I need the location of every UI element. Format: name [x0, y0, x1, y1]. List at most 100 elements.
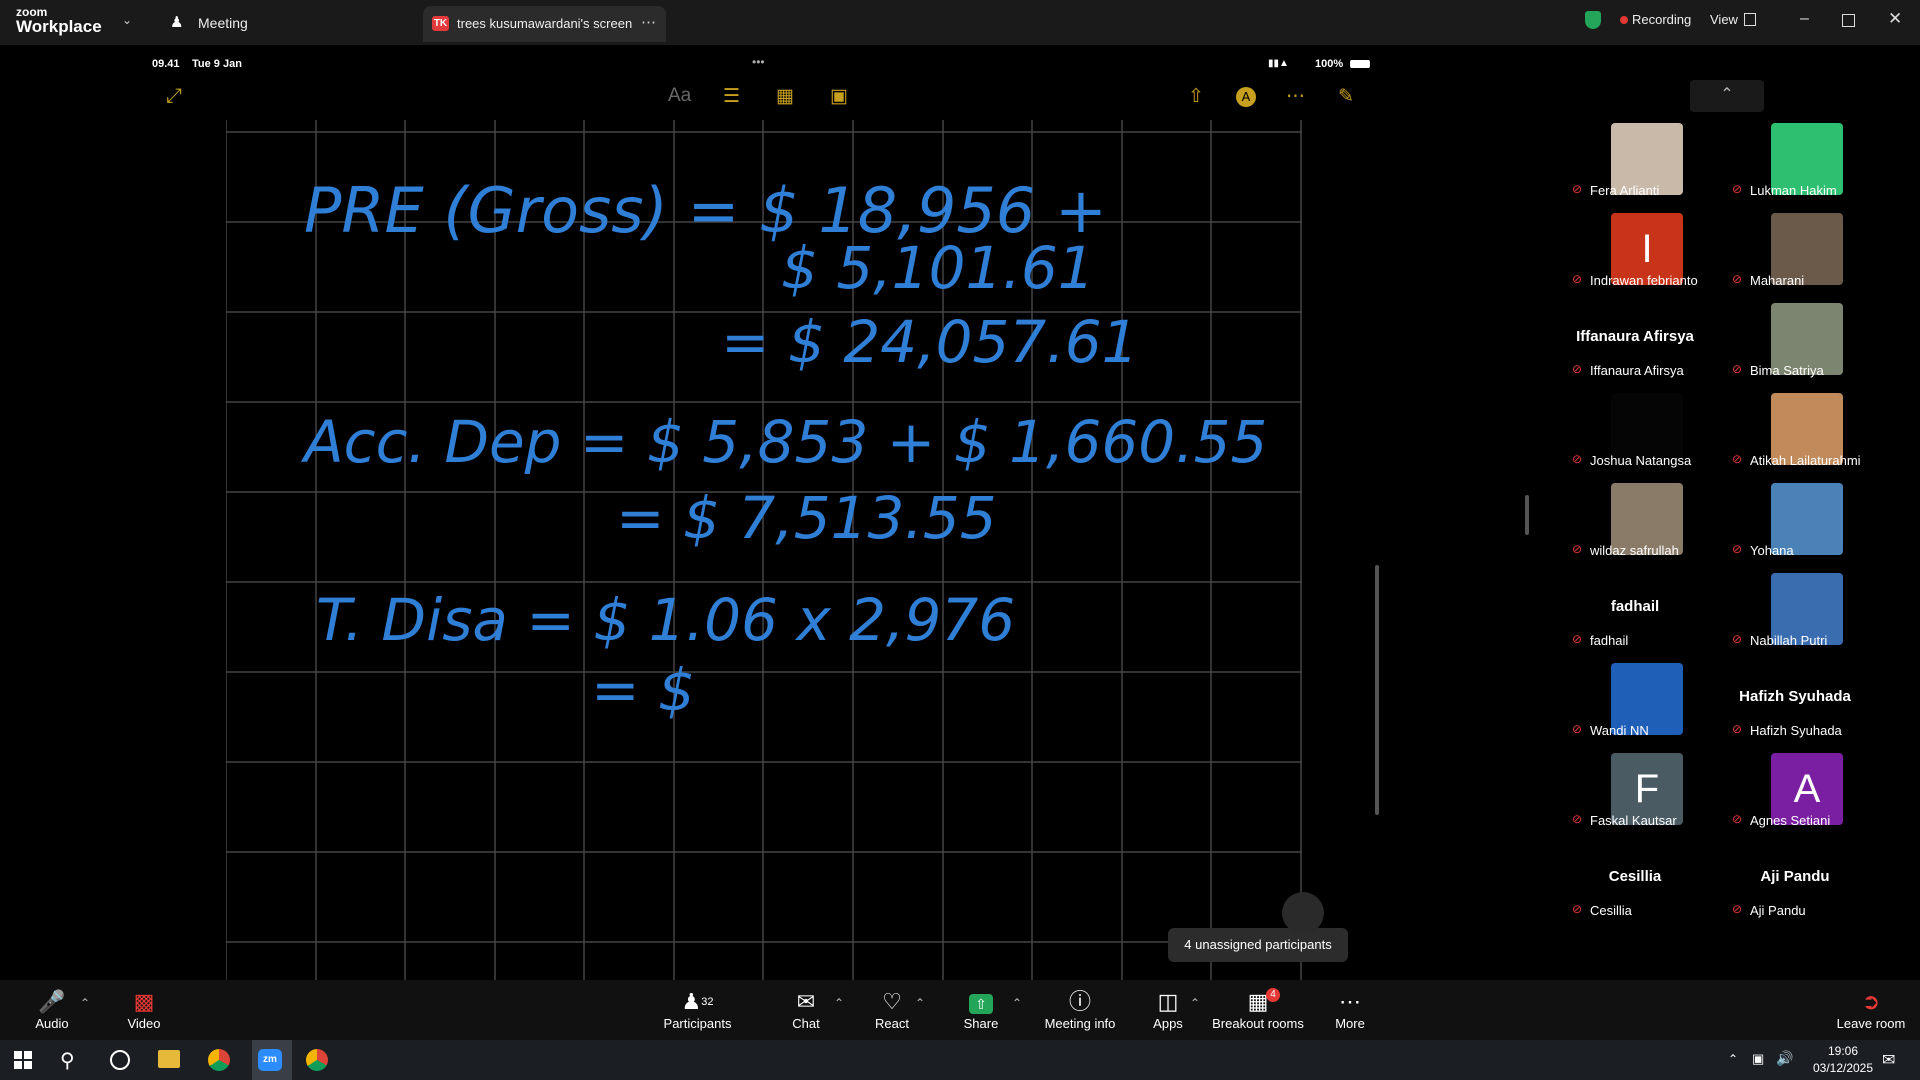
participant-tile[interactable]: ⊘ Lukman Hakim [1720, 120, 1870, 208]
breakout-rooms-icon: ▦ [1247, 989, 1269, 1014]
note-line-5: = $ 7,513.55 [616, 484, 997, 552]
multitask-dots-icon[interactable]: ••• [752, 55, 765, 69]
mic-muted-icon: ⊘ [1732, 452, 1743, 466]
mic-muted-icon: ⊘ [1732, 902, 1743, 916]
react-options-icon[interactable]: ⌃ [915, 996, 925, 1010]
tab-more-icon[interactable]: ⋯ [641, 13, 656, 31]
more-options-icon[interactable]: ⋯ [1286, 85, 1305, 108]
file-explorer-icon[interactable] [158, 1050, 180, 1068]
participant-panel: ⊘ Fera Arlianti ⊘ Lukman Hakim I ⊘ Indrawan fe… [1560, 120, 1920, 940]
search-icon[interactable]: ⚲ [60, 1048, 75, 1073]
participant-tile[interactable]: Iffanaura Afirsya ⊘ Iffanaura Afirsya [1560, 300, 1710, 388]
close-icon[interactable]: ✕ [1888, 9, 1902, 29]
windows-taskbar: ⚲ zm ⌃ ▣ 🔊 19:06 03/12/2025 ✉ [0, 1040, 1920, 1080]
participant-tile[interactable]: ⊘ Fera Arlianti [1560, 120, 1710, 208]
minimize-icon[interactable]: – [1800, 10, 1809, 28]
panel-resize-handle[interactable] [1525, 495, 1529, 535]
chrome-icon[interactable] [208, 1049, 230, 1071]
floating-reaction-button[interactable] [1282, 892, 1324, 934]
text-format-icon[interactable]: Aa [668, 85, 691, 107]
participant-name: Iffanaura Afirsya [1590, 363, 1684, 378]
mic-muted-icon: ⊘ [1732, 632, 1743, 646]
scroll-up-button[interactable]: ⌃ [1690, 80, 1764, 112]
mic-muted-icon: ⊘ [1572, 722, 1583, 736]
apps-button[interactable]: ◫ Apps [1142, 988, 1194, 1031]
participant-name: wildaz safrullah [1590, 543, 1679, 558]
participants-button[interactable]: ♟32 Participants [655, 988, 740, 1031]
participant-tile[interactable]: ⊘ Maharani [1720, 210, 1870, 298]
participant-name: Wandi NN [1590, 723, 1649, 738]
participant-tile[interactable]: I ⊘ Indrawan febrianto [1560, 210, 1710, 298]
share-icon[interactable]: ⇧ [1188, 85, 1204, 108]
share-options-icon[interactable]: ⌃ [1012, 996, 1022, 1010]
table-icon[interactable]: ▦ [776, 85, 794, 108]
breakout-rooms-button[interactable]: ▦ Breakout rooms [1212, 988, 1304, 1031]
chrome-2-icon[interactable] [306, 1049, 328, 1071]
participant-tile[interactable]: ⊘ Nabillah Putri [1720, 570, 1870, 658]
leave-room-button[interactable]: ➲ Leave room [1830, 988, 1912, 1031]
participant-tile[interactable]: Aji Pandu ⊘ Aji Pandu [1720, 840, 1870, 928]
note-canvas: PRE (Gross) = $ 18,956 + $ 5,101.61 = $ … [226, 120, 1302, 980]
participant-name: Aji Pandu [1750, 903, 1806, 918]
participant-tile[interactable]: Hafizh Syuhada ⊘ Hafizh Syuhada [1720, 660, 1870, 748]
wifi-signal-icon: ▮▮▲ [1268, 58, 1289, 69]
participant-tile[interactable]: ⊘ wildaz safrullah [1560, 480, 1710, 568]
taskbar-date[interactable]: 03/12/2025 [1808, 1061, 1878, 1075]
video-button[interactable]: ▩ Video [112, 988, 176, 1031]
ipad-date: Tue 9 Jan [192, 58, 242, 70]
meeting-toolbar: 🎤 Audio ⌃ ▩ Video ♟32 Participants ✉ Cha… [0, 980, 1920, 1040]
notifications-icon[interactable]: ✉ [1882, 1050, 1895, 1070]
cortana-icon[interactable] [110, 1050, 130, 1070]
view-grid-icon[interactable] [1744, 13, 1756, 26]
participant-tile[interactable]: ⊘ Bima Satriya [1720, 300, 1870, 388]
compose-icon[interactable]: ✎ [1338, 85, 1354, 108]
participant-display-name: fadhail [1610, 598, 1660, 615]
collapse-icon[interactable]: ⤢ [166, 85, 182, 108]
mic-muted-icon: ⊘ [1732, 722, 1743, 736]
participant-name: Hafizh Syuhada [1750, 723, 1842, 738]
apps-options-icon[interactable]: ⌃ [1190, 996, 1200, 1010]
more-button[interactable]: ⋯ More [1324, 988, 1376, 1031]
participant-tile[interactable]: ⊘ Yohana [1720, 480, 1870, 568]
recording-label[interactable]: Recording [1632, 12, 1691, 27]
microphone-muted-icon: 🎤 [38, 989, 66, 1014]
note-line-2: $ 5,101.61 [781, 234, 1095, 302]
view-label[interactable]: View [1710, 12, 1738, 27]
participant-name: Bima Satriya [1750, 363, 1824, 378]
taskbar-time[interactable]: 19:06 [1808, 1044, 1878, 1058]
note-line-3: = $ 24,057.61 [721, 308, 1139, 376]
react-button[interactable]: ♡ React [866, 988, 918, 1031]
participant-name: fadhail [1590, 633, 1629, 648]
volume-icon[interactable]: 🔊 [1776, 1050, 1793, 1067]
meeting-icon: ♟ [170, 14, 184, 31]
breakout-label: Breakout rooms [1212, 1016, 1304, 1031]
chat-options-icon[interactable]: ⌃ [834, 996, 844, 1010]
participant-tile[interactable]: ⊘ Wandi NN [1560, 660, 1710, 748]
meeting-info-button[interactable]: ⓘ Meeting info [1040, 988, 1120, 1031]
network-icon[interactable]: ▣ [1752, 1051, 1764, 1067]
participant-tile[interactable]: A ⊘ Agnes Setiani [1720, 750, 1870, 838]
maximize-icon[interactable] [1842, 14, 1855, 27]
participants-label: Participants [663, 1016, 732, 1031]
leave-icon: ➲ [1861, 989, 1881, 1014]
tray-chevron-icon[interactable]: ⌃ [1728, 1052, 1738, 1066]
recording-dot-icon [1620, 16, 1628, 24]
share-button[interactable]: ⇧ Share [955, 988, 1007, 1031]
scrollbar-thumb[interactable] [1375, 565, 1379, 815]
participant-tile[interactable]: ⊘ Atikah Lailaturahmi [1720, 390, 1870, 478]
audio-options-icon[interactable]: ⌃ [80, 996, 90, 1010]
participant-tile[interactable]: F ⊘ Faskal Kautsar [1560, 750, 1710, 838]
checklist-icon[interactable]: ☰ [723, 85, 740, 108]
battery-label: 100% [1315, 58, 1344, 70]
participant-display-name: Cesillia [1608, 868, 1662, 885]
brand-dropdown-icon[interactable]: ⌄ [122, 13, 132, 27]
camera-icon[interactable]: ▣ [830, 85, 848, 108]
audio-button[interactable]: 🎤 Audio [20, 988, 84, 1031]
participant-tile[interactable]: Cesillia ⊘ Cesillia [1560, 840, 1710, 928]
windows-start-icon[interactable] [14, 1051, 32, 1069]
markup-pen-icon[interactable]: A [1236, 87, 1256, 107]
meeting-label[interactable]: Meeting [198, 15, 248, 31]
participant-tile[interactable]: fadhail ⊘ fadhail [1560, 570, 1710, 658]
participant-tile[interactable]: ⊘ Joshua Natangsa [1560, 390, 1710, 478]
chat-button[interactable]: ✉ Chat [780, 988, 832, 1031]
